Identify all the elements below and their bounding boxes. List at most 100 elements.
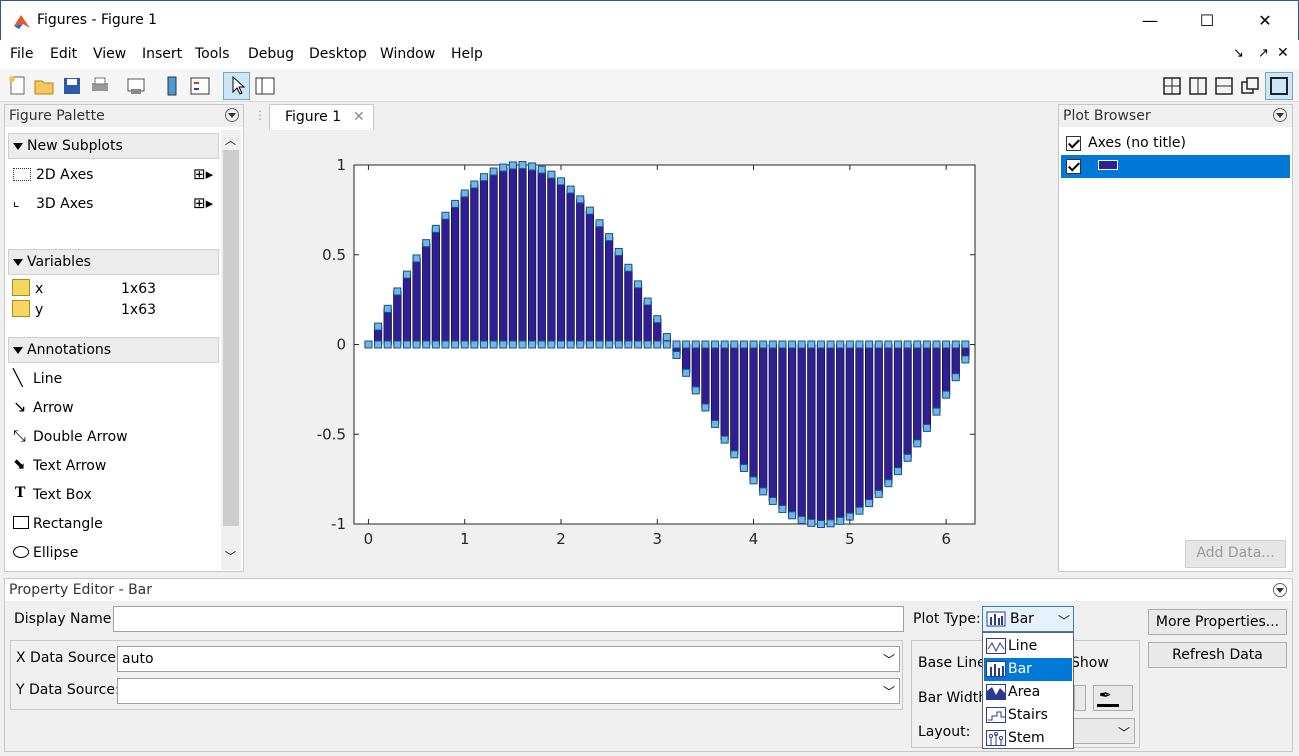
bar-selection-marker — [441, 340, 450, 349]
tab-figure-1-label: Figure 1 — [285, 109, 342, 125]
tile-grid-icon[interactable] — [1160, 74, 1184, 98]
bar-selection-marker — [557, 177, 565, 186]
bar-width-spinner[interactable] — [1074, 685, 1086, 711]
close-button[interactable]: ✕ — [1242, 9, 1288, 33]
bar — [614, 251, 623, 345]
annotation-double-arrow[interactable]: Double Arrow — [33, 427, 128, 447]
plot-browser-title: Plot Browser — [1059, 105, 1292, 127]
bar-selection-marker — [893, 467, 902, 476]
link-plot-icon[interactable] — [124, 74, 148, 98]
section-annotations[interactable]: Annotations — [8, 337, 219, 363]
annotation-rectangle[interactable]: Rectangle — [33, 514, 103, 534]
annotation-text-box[interactable]: Text Box — [33, 485, 92, 505]
pointer-icon[interactable] — [225, 74, 249, 98]
colorbar-icon[interactable] — [160, 74, 184, 98]
close-figure-icon[interactable]: ✕ — [1277, 45, 1289, 61]
menu-file[interactable]: File — [10, 46, 33, 62]
bar-selection-marker — [557, 340, 565, 349]
palette-scroll-thumb[interactable] — [223, 150, 239, 526]
plot-type-option-line[interactable]: Line — [984, 635, 1072, 658]
menu-help[interactable]: Help — [451, 46, 483, 62]
menu-desktop[interactable]: Desktop — [309, 46, 367, 62]
grid-layout-icon[interactable]: ⊞▸ — [193, 194, 213, 212]
bar — [922, 344, 931, 429]
plot-type-option-bar[interactable]: Bar — [984, 658, 1072, 681]
new-figure-icon[interactable] — [6, 74, 30, 98]
bar-selection-marker — [913, 340, 922, 349]
annotation-arrow[interactable]: Arrow — [33, 398, 74, 418]
scroll-up-icon[interactable]: ︿ — [225, 132, 236, 148]
menu-insert[interactable]: Insert — [142, 46, 182, 62]
section-new-subplots[interactable]: New Subplots — [8, 133, 219, 159]
x-data-source-combo[interactable]: auto — [117, 646, 900, 672]
maximize-button[interactable]: ☐ — [1184, 9, 1230, 33]
section-variables[interactable]: Variables — [8, 249, 219, 275]
bar-series-checkbox[interactable] — [1066, 159, 1081, 174]
bar — [826, 344, 835, 524]
bar-series-item[interactable] — [1061, 155, 1290, 178]
bar-selection-marker — [942, 390, 951, 399]
float-icon[interactable] — [1238, 74, 1262, 98]
bar — [855, 344, 864, 511]
stem-type-icon — [986, 730, 1006, 746]
bar-selection-marker — [701, 403, 710, 412]
bar — [720, 344, 729, 440]
save-icon[interactable] — [60, 74, 84, 98]
chevron-down-icon[interactable]: ﹀ — [1058, 612, 1070, 629]
property-editor-menu-button[interactable] — [1273, 583, 1287, 597]
undock-icon[interactable]: ↘ — [1233, 46, 1244, 61]
menu-view[interactable]: View — [93, 46, 126, 62]
annotation-ellipse[interactable]: Ellipse — [33, 543, 78, 563]
annotation-line[interactable]: Line — [33, 369, 62, 389]
y-data-source-combo[interactable] — [117, 678, 900, 704]
axes-item-label[interactable]: Axes (no title) — [1088, 135, 1186, 151]
open-file-icon[interactable] — [32, 74, 56, 98]
menu-window[interactable]: Window — [380, 46, 435, 62]
more-properties-button[interactable]: More Properties... — [1148, 609, 1287, 635]
menu-tools[interactable]: Tools — [195, 46, 230, 62]
single-layout-icon[interactable] — [1267, 74, 1291, 98]
axes-checkbox[interactable] — [1066, 136, 1081, 151]
tab-close-icon[interactable]: ✕ — [353, 109, 365, 125]
variable-x-name[interactable]: x — [35, 279, 43, 299]
pen-icon: ✒ — [1099, 686, 1112, 704]
scroll-down-icon[interactable]: ﹀ — [225, 548, 236, 564]
show-baseline-label[interactable]: Show — [1071, 655, 1109, 671]
y-tick-label: 1 — [336, 156, 346, 174]
plot-type-option-stem[interactable]: Stem — [984, 727, 1072, 750]
chevron-down-icon[interactable]: ﹀ — [883, 651, 895, 668]
menu-debug[interactable]: Debug — [248, 46, 294, 62]
bar — [547, 174, 556, 345]
display-name-input[interactable] — [113, 606, 904, 632]
annotation-text-arrow[interactable]: Text Arrow — [33, 456, 106, 476]
grid-layout-icon[interactable]: ⊞▸ — [193, 165, 213, 183]
add-data-button[interactable]: Add Data... — [1185, 540, 1286, 568]
variable-y-name[interactable]: y — [35, 300, 43, 320]
tile-rows-icon[interactable] — [1212, 74, 1236, 98]
drag-handle-icon[interactable]: ⋮ — [254, 108, 266, 122]
bar — [903, 344, 912, 459]
bar-selection-marker — [836, 340, 845, 349]
print-icon[interactable] — [88, 74, 112, 98]
variable-y-size: 1x63 — [121, 302, 157, 318]
bar-chart[interactable]: 0 1 2 3 4 5 6 1 0.5 0 -0.5 -1 — [256, 130, 1052, 570]
property-editor-icon[interactable] — [253, 74, 277, 98]
refresh-data-button[interactable]: Refresh Data — [1148, 642, 1287, 668]
bar-selection-marker — [797, 515, 806, 524]
tile-columns-icon[interactable] — [1186, 74, 1210, 98]
plot-type-option-area[interactable]: Area — [984, 681, 1072, 704]
menu-edit[interactable]: Edit — [50, 46, 77, 62]
palette-menu-button[interactable] — [225, 108, 239, 122]
subplot-3d-axes[interactable]: 3D Axes — [12, 194, 93, 214]
plot-browser-menu-button[interactable] — [1273, 108, 1287, 122]
bar-selection-marker — [788, 340, 797, 349]
dock-icon[interactable]: ↗ — [1258, 46, 1269, 61]
chevron-down-icon[interactable]: ﹀ — [883, 683, 895, 700]
minimize-button[interactable]: — — [1127, 9, 1173, 33]
chevron-down-icon[interactable]: ﹀ — [1118, 724, 1130, 741]
plot-type-dropdown: Line Bar Area Stairs Stem — [982, 632, 1074, 749]
bar-selection-marker — [393, 340, 402, 349]
plot-type-option-stairs[interactable]: Stairs — [984, 704, 1072, 727]
bar — [710, 344, 720, 425]
legend-icon[interactable] — [188, 74, 212, 98]
